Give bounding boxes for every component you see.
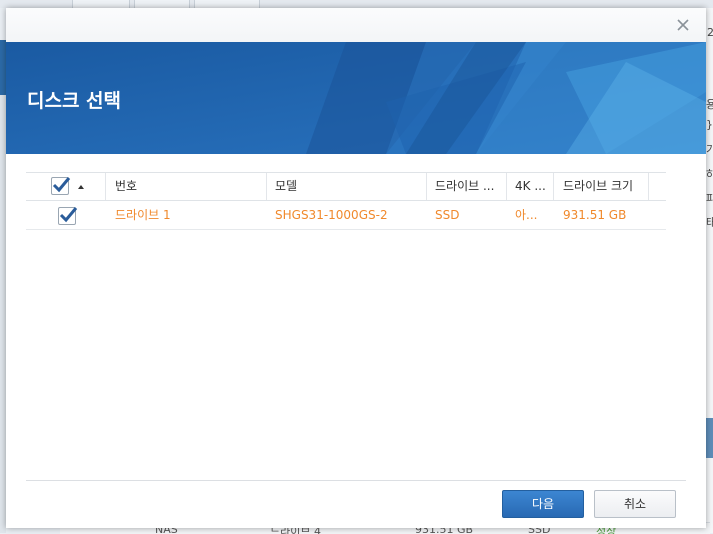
column-header-number[interactable]: 번호 — [115, 173, 265, 200]
select-all-checkbox[interactable] — [51, 177, 71, 195]
column-divider — [105, 173, 106, 200]
background-text: 기 — [706, 143, 713, 156]
background-text: 태 — [706, 216, 713, 229]
background-text: 하 — [706, 168, 713, 181]
column-divider — [506, 173, 507, 200]
background-text: 2 — [707, 26, 713, 39]
column-header-model[interactable]: 모델 — [275, 173, 425, 200]
dialog-titlebar — [6, 8, 706, 42]
column-header-drive-size[interactable]: 드라이브 크기 — [563, 173, 649, 200]
background-tab — [134, 0, 190, 8]
row-checkbox[interactable] — [58, 207, 78, 225]
cell-drive-size: 931.51 GB — [563, 208, 627, 222]
table-row[interactable]: 드라이브 1 SHGS31-1000GS-2 SSD 아... 931.51 G… — [26, 201, 666, 230]
background-right-accent — [706, 418, 713, 458]
disk-table: 번호 모델 드라이브 ... 4K ... 드라이브 크기 드라이브 1 SHG… — [26, 172, 666, 230]
column-divider — [553, 173, 554, 200]
column-divider — [426, 173, 427, 200]
column-divider — [266, 173, 267, 200]
cancel-button[interactable]: 취소 — [594, 490, 676, 518]
disk-select-dialog: 디스크 선택 번호 모델 드라이브 ... 4K ... 드라이브 크기 드라이… — [6, 8, 706, 528]
close-icon[interactable] — [674, 16, 692, 34]
cell-drive-type: SSD — [435, 208, 460, 222]
column-divider — [648, 173, 649, 200]
column-header-drive-type[interactable]: 드라이브 ... — [435, 173, 507, 200]
footer-divider — [26, 480, 686, 481]
sort-ascending-icon[interactable] — [78, 185, 84, 189]
column-header-4k[interactable]: 4K ... — [515, 173, 553, 200]
cell-model: SHGS31-1000GS-2 — [275, 208, 388, 222]
table-header: 번호 모델 드라이브 ... 4K ... 드라이브 크기 — [26, 172, 666, 201]
background-tab — [194, 0, 260, 8]
background-text: }) — [706, 118, 713, 131]
next-button[interactable]: 다음 — [502, 490, 584, 518]
background-text: 용 — [706, 98, 713, 111]
cell-number: 드라이브 1 — [115, 208, 171, 222]
background-tab — [72, 0, 130, 8]
dialog-header-banner: 디스크 선택 — [6, 42, 706, 154]
dialog-title: 디스크 선택 — [27, 90, 122, 112]
background-text: 파 — [706, 192, 713, 205]
cell-4k: 아... — [515, 208, 538, 222]
